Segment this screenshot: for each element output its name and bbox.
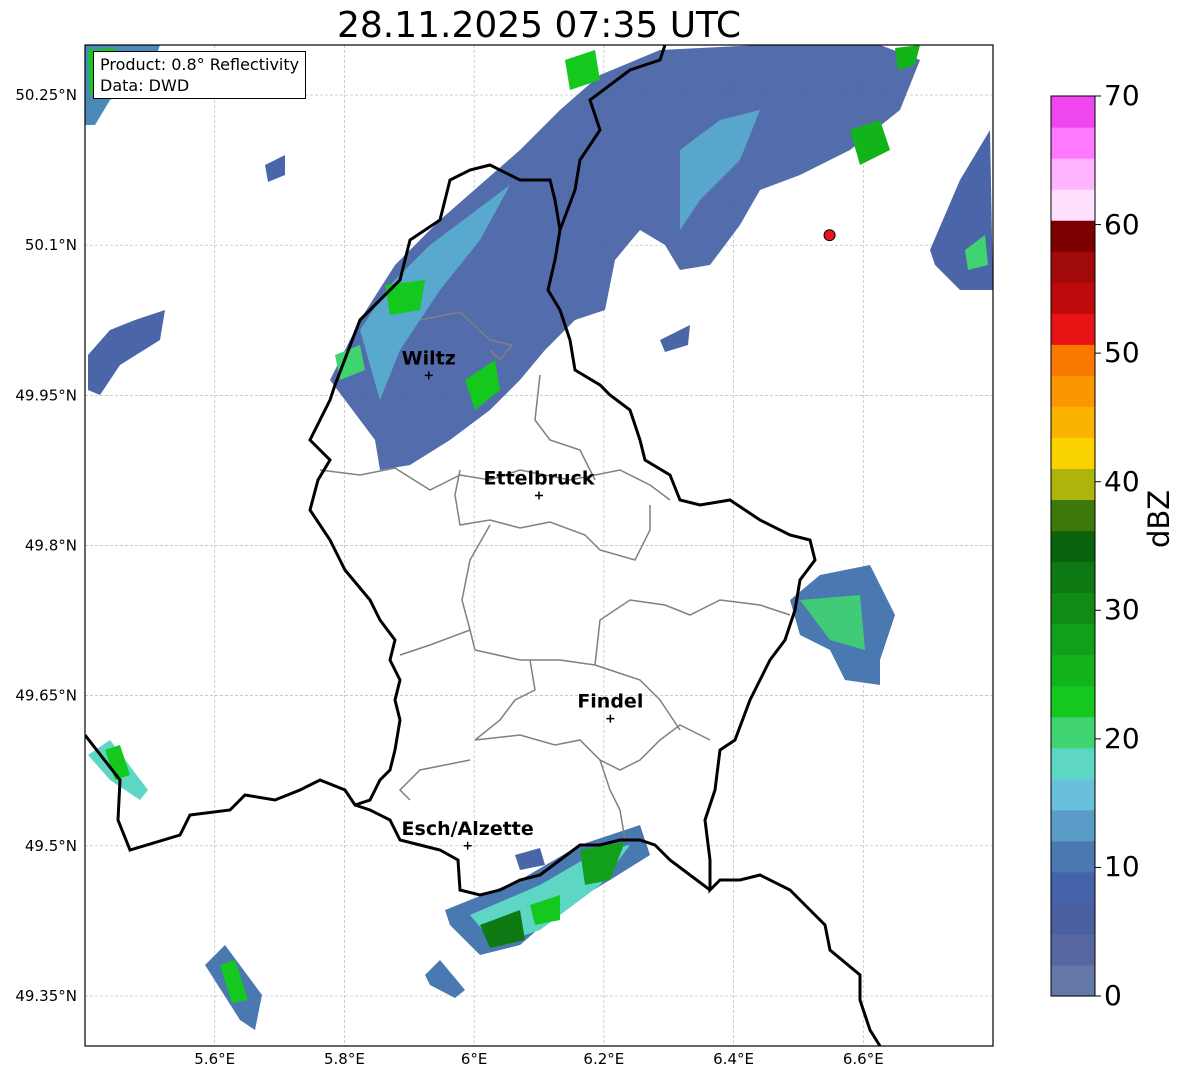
x-tick-label: 6°E (461, 1050, 488, 1068)
info-source: Data: DWD (100, 76, 190, 95)
echo-south-strip (515, 848, 545, 870)
x-tick-label: 6.4°E (713, 1050, 754, 1068)
y-tick-label: 50.1°N (25, 236, 77, 254)
city-label: Ettelbruck (484, 467, 595, 489)
city-marker (606, 714, 615, 723)
colorbar-segment (1051, 344, 1095, 376)
radar-map: Wiltz Ettelbruck Findel Esch/Alzette 5.6°E 5… (15, 44, 1101, 1068)
colorbar-segment (1051, 592, 1095, 625)
colorbar-title: dBZ (1142, 489, 1176, 548)
radar-site-marker (823, 229, 836, 242)
echo-green-wiltz (385, 280, 425, 315)
colorbar-segment (1051, 809, 1095, 842)
x-tick-label: 5.6°E (194, 1050, 235, 1068)
colorbar-segment (1051, 871, 1095, 904)
colorbar-segment (1051, 375, 1095, 407)
colorbar-segment (1051, 189, 1095, 221)
colorbar-segment (1051, 406, 1095, 438)
info-product: Product: 0.8° Reflectivity (100, 55, 300, 74)
colorbar-tick-label: 10 (1104, 850, 1140, 884)
colorbar-segment (1051, 902, 1095, 935)
y-tick-label: 49.95°N (15, 386, 77, 404)
city-marker (463, 841, 472, 850)
colorbar-segment (1051, 561, 1095, 594)
x-tick-label: 5.8°E (324, 1050, 365, 1068)
echo-small-west (88, 310, 165, 395)
info-box: Product: 0.8° Reflectivity Data: DWD (93, 51, 307, 99)
colorbar-segment (1051, 623, 1095, 656)
city-label: Findel (577, 691, 643, 713)
colorbar-segment (1051, 685, 1095, 718)
y-tick-label: 49.35°N (15, 987, 77, 1005)
reflectivity-echoes (85, 45, 993, 1030)
colorbar-segment (1051, 716, 1095, 749)
colorbar-tick-label: 30 (1104, 593, 1140, 627)
colorbar-segment (1051, 964, 1095, 997)
colorbar-segment (1051, 778, 1095, 811)
colorbar-segment (1051, 468, 1095, 501)
colorbar-segment (1051, 437, 1095, 470)
colorbar-tick-label: 60 (1104, 207, 1140, 241)
city-label: Esch/Alzette (402, 818, 534, 840)
colorbar-tick-label: 50 (1104, 336, 1140, 370)
colorbar-tick-label: 0 (1104, 979, 1122, 1012)
colorbar-segment (1051, 282, 1095, 314)
y-tick-label: 49.8°N (25, 537, 77, 555)
colorbar-segment (1051, 654, 1095, 687)
colorbar-segment (1051, 96, 1095, 128)
city-label: Wiltz (402, 347, 456, 369)
colorbar-segment (1051, 220, 1095, 252)
colorbar-tick-label: 40 (1104, 464, 1140, 498)
colorbar-segment (1051, 127, 1095, 159)
colorbar-segment (1051, 158, 1095, 190)
x-tick-label: 6.6°E (843, 1050, 884, 1068)
colorbar-segment (1051, 530, 1095, 563)
city-marker (535, 491, 543, 500)
colorbar-segment (1051, 840, 1095, 873)
colorbar-segment (1051, 499, 1095, 532)
echo-small-dot (265, 155, 285, 182)
y-tick-label: 49.65°N (15, 687, 77, 705)
colorbar-segment (1051, 747, 1095, 780)
colorbar-tick-label: 20 (1104, 721, 1140, 755)
y-tick-label: 50.25°N (15, 86, 77, 104)
echo-south-small (425, 960, 465, 998)
x-tick-label: 6.2°E (583, 1050, 624, 1068)
colorbar-segment (1051, 933, 1095, 966)
y-tick-label: 49.5°N (25, 837, 77, 855)
colorbar (1050, 95, 1101, 997)
colorbar-segment (1051, 313, 1095, 345)
echo-small-east (660, 325, 690, 352)
colorbar-segment (1051, 251, 1095, 283)
colorbar-tick-label: 70 (1104, 79, 1140, 112)
